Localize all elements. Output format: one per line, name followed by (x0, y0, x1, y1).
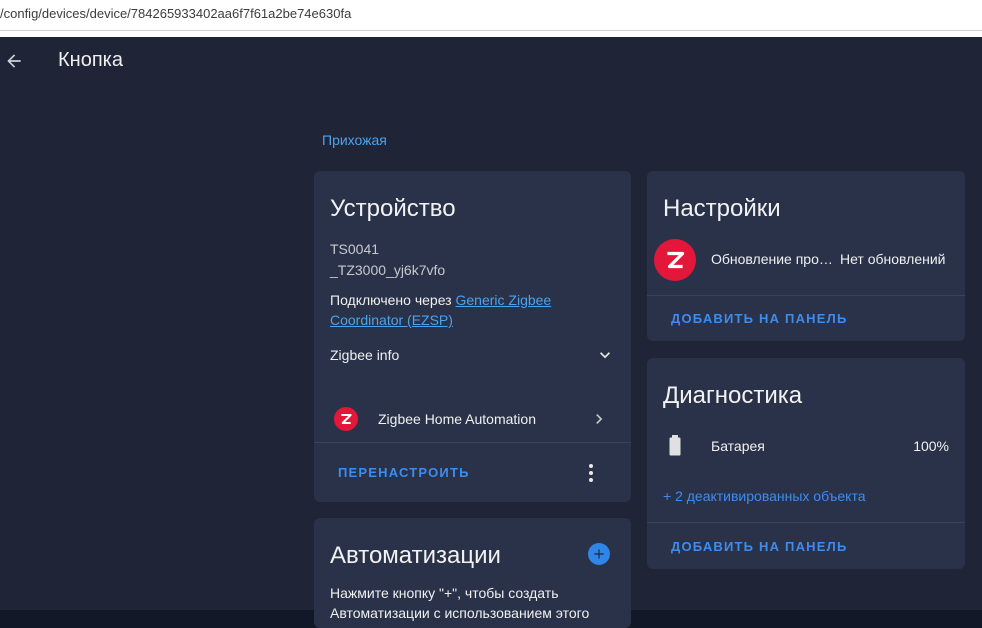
chevron-right-icon (596, 414, 603, 424)
battery-row[interactable]: Батарея 100% (647, 432, 965, 462)
firmware-update-state: Нет обновлений (840, 251, 946, 267)
settings-card: Настройки Обновление про… Нет обновлений… (647, 171, 965, 341)
automations-hint: Нажмите кнопку "+", чтобы создать (330, 585, 559, 601)
zigbee-info-expander[interactable]: Zigbee info (330, 343, 615, 367)
more-options-icon[interactable] (579, 461, 603, 485)
browser-address-bar[interactable]: /config/devices/device/784265933402aa6f7… (0, 0, 982, 31)
device-card-divider (314, 442, 631, 443)
settings-add-to-panel-button[interactable]: ДОБАВИТЬ НА ПАНЕЛЬ (671, 311, 847, 326)
settings-card-title: Настройки (663, 195, 781, 222)
add-automation-button[interactable] (588, 543, 610, 565)
connected-via: Подключено через Generic Zigbee Coordina… (330, 290, 590, 330)
zha-logo-icon (334, 407, 358, 431)
toolbar: Кнопка (0, 37, 982, 85)
diagnostics-card: Диагностика Батарея 100% + 2 деактивиров… (647, 358, 965, 569)
arrow-left-icon (7, 54, 21, 68)
automations-card-title: Автоматизации (330, 542, 501, 569)
address-url[interactable]: /config/devices/device/784265933402aa6f7… (0, 6, 351, 21)
device-card-title: Устройство (330, 195, 456, 222)
device-info-card: Устройство TS0041 _TZ3000_yj6k7vfo Подкл… (314, 171, 631, 502)
diagnostics-card-title: Диагностика (663, 382, 803, 409)
battery-label: Батарея (711, 438, 765, 454)
diagnostics-add-to-panel-button[interactable]: ДОБАВИТЬ НА ПАНЕЛЬ (671, 539, 847, 554)
chevron-down-icon (600, 352, 610, 359)
battery-value: 100% (913, 438, 949, 454)
device-manufacturer: _TZ3000_yj6k7vfo (330, 262, 446, 278)
reconfigure-button[interactable]: ПЕРЕНАСТРОИТЬ (338, 465, 470, 480)
integration-row[interactable]: Zigbee Home Automation (314, 399, 631, 439)
automations-hint-cut: Автоматизации с использованием этого (330, 605, 590, 621)
integration-label: Zigbee Home Automation (378, 411, 536, 427)
zha-logo-icon (654, 239, 696, 281)
zigbee-info-label: Zigbee info (330, 347, 400, 363)
firmware-update-name: Обновление про… (711, 251, 833, 267)
plus-icon (594, 549, 604, 559)
connected-via-label: Подключено через (330, 292, 452, 308)
app-container: Кнопка Прихожая Устройство TS0041 _TZ300… (0, 37, 982, 628)
firmware-update-row[interactable]: Обновление про… Нет обновлений (647, 237, 965, 281)
page-title: Кнопка (58, 49, 123, 71)
disabled-entities-link[interactable]: + 2 деактивированных объекта (663, 488, 866, 504)
settings-card-divider (647, 295, 965, 296)
diagnostics-card-divider (647, 522, 965, 523)
device-model: TS0041 (330, 241, 380, 257)
battery-icon (669, 435, 681, 456)
back-button[interactable] (2, 49, 26, 73)
area-link[interactable]: Прихожая (322, 132, 387, 148)
automations-card: Автоматизации Нажмите кнопку "+", чтобы … (314, 518, 631, 628)
